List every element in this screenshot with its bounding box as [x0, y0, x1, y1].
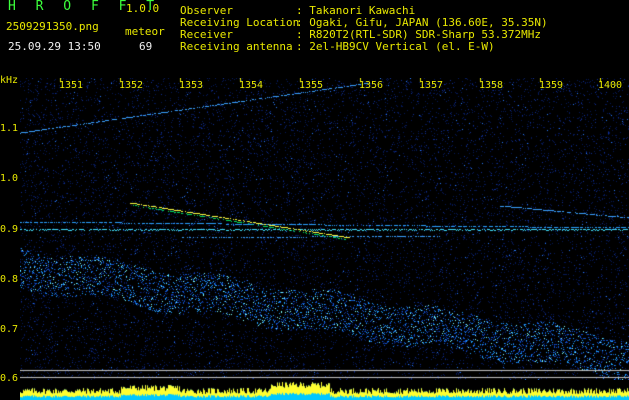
y-tick-label: 1.0 [0, 173, 19, 184]
x-tick-label: 1359 [539, 80, 564, 91]
y-tick-label: 0.9 [0, 224, 19, 235]
y-tick-label: 0.6 [0, 373, 19, 384]
y-tick-label: 0.7 [0, 324, 19, 335]
y-tick-label: 1.1 [0, 123, 19, 134]
header-panel: H R O F F T 1.0.0 2509291350.png meteor … [0, 0, 629, 76]
y-tick-label: 0.8 [0, 274, 19, 285]
x-tick-label: 1352 [119, 80, 144, 91]
x-tick-label: 1355 [299, 80, 324, 91]
waterfall-spectrogram [20, 78, 629, 380]
antenna-value: : 2el-HB9CV Vertical (el. E-W) [296, 40, 495, 53]
y-axis-unit: kHz [0, 75, 19, 86]
meteor-count: 69 [139, 40, 153, 53]
x-tick-label: 1353 [179, 80, 204, 91]
x-tick-label: 1356 [359, 80, 384, 91]
app-version: 1.0.0 [126, 2, 160, 15]
file-name: 2509291350.png [6, 20, 99, 33]
signal-level-strip [20, 380, 629, 400]
timestamp: 25.09.29 13:50 [8, 40, 101, 53]
meteor-label: meteor [125, 25, 165, 38]
x-tick-label: 1354 [239, 80, 264, 91]
spectrogram-window: H R O F F T 1.0.0 2509291350.png meteor … [0, 0, 629, 400]
x-tick-label: 1351 [59, 80, 84, 91]
x-tick-label: 1400 [598, 80, 623, 91]
x-tick-label: 1358 [479, 80, 504, 91]
antenna-label: Receiving antenna [180, 40, 293, 53]
x-tick-label: 1357 [419, 80, 444, 91]
